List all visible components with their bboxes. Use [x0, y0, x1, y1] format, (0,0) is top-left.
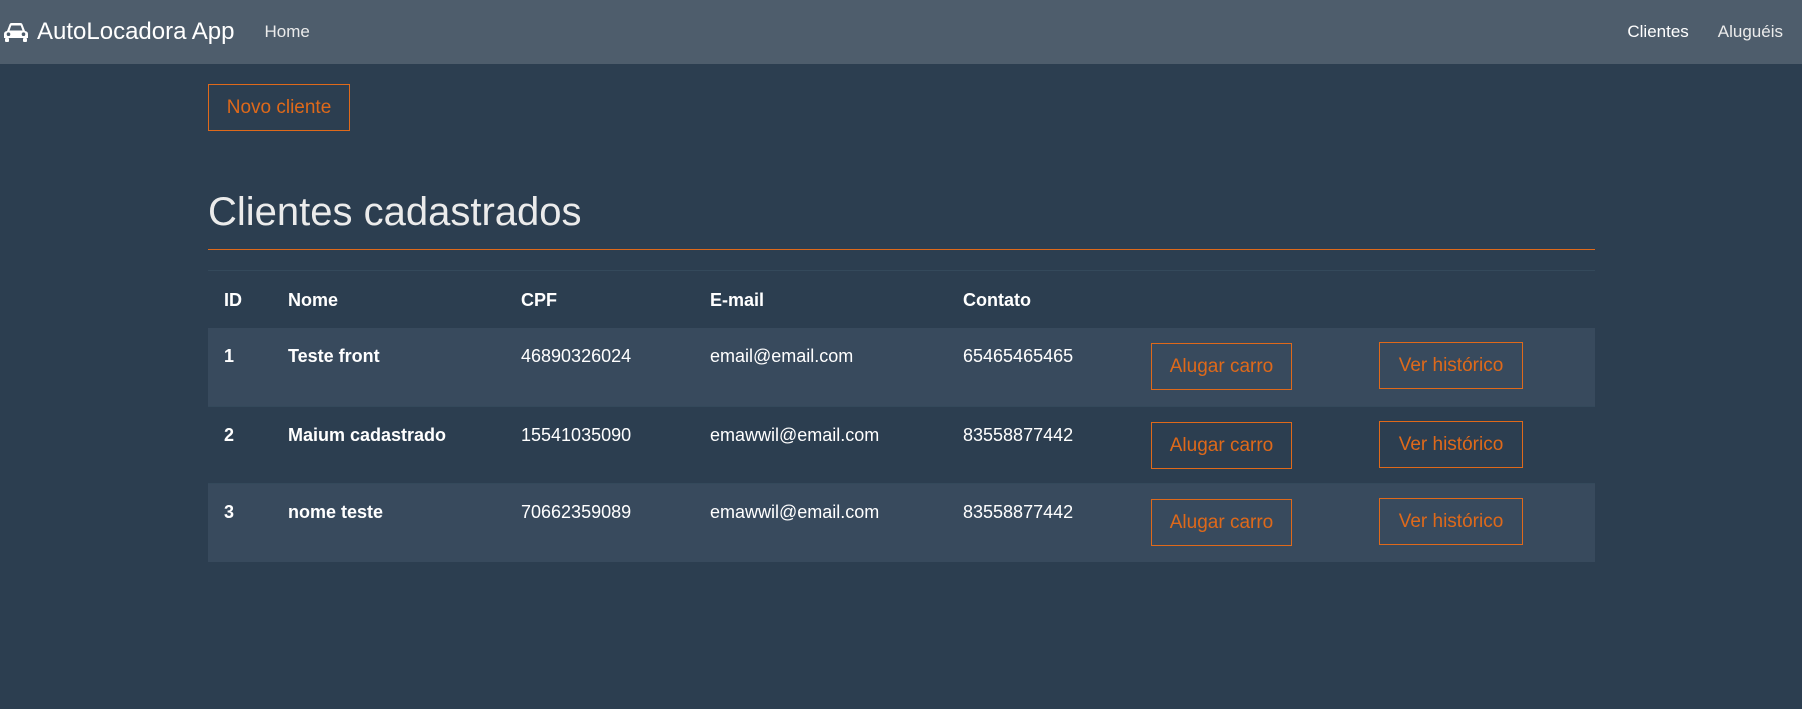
header-contato: Contato — [963, 290, 1031, 310]
header-id: ID — [224, 290, 242, 310]
cell-cpf: 70662359089 — [521, 502, 632, 522]
top-navbar: AutoLocadora App Home Clientes Aluguéis — [0, 0, 1802, 64]
nav-link-home[interactable]: Home — [265, 22, 310, 42]
cell-id: 1 — [224, 346, 235, 366]
cell-contato: 65465465465 — [963, 346, 1074, 366]
cell-nome: nome teste — [288, 502, 384, 522]
nav-link-alugueis[interactable]: Aluguéis — [1718, 22, 1783, 42]
cell-cpf: 15541035090 — [521, 425, 632, 445]
brand[interactable]: AutoLocadora App — [3, 0, 235, 64]
table-header: ID Nome CPF E-mail Contato — [208, 270, 1595, 328]
rent-car-button[interactable]: Alugar carro — [1151, 343, 1292, 390]
page-title: Clientes cadastrados — [208, 190, 582, 234]
cell-cpf: 46890326024 — [521, 346, 632, 366]
title-divider — [208, 249, 1595, 250]
view-history-button[interactable]: Ver histórico — [1379, 498, 1523, 545]
cell-nome: Maium cadastrado — [288, 425, 447, 445]
nav-right: Clientes Aluguéis — [1627, 0, 1783, 64]
rent-car-button[interactable]: Alugar carro — [1151, 499, 1292, 546]
cell-email: email@email.com — [710, 346, 854, 366]
nav-link-clientes[interactable]: Clientes — [1627, 22, 1688, 42]
header-nome: Nome — [288, 290, 339, 310]
cell-id: 3 — [224, 502, 235, 522]
header-cpf: CPF — [521, 290, 557, 310]
view-history-button[interactable]: Ver histórico — [1379, 421, 1523, 468]
cell-email: emawwil@email.com — [710, 502, 880, 522]
cell-nome: Teste front — [288, 346, 380, 366]
rent-car-button[interactable]: Alugar carro — [1151, 422, 1292, 469]
table-row: 2 Maium cadastrado 15541035090 emawwil@e… — [208, 406, 1595, 484]
clients-table: ID Nome CPF E-mail Contato 1 Teste front… — [208, 270, 1595, 562]
cell-email: emawwil@email.com — [710, 425, 880, 445]
cell-contato: 83558877442 — [963, 502, 1074, 522]
car-icon — [4, 23, 28, 42]
new-client-button[interactable]: Novo cliente — [208, 84, 350, 131]
cell-contato: 83558877442 — [963, 425, 1074, 445]
table-row: 3 nome teste 70662359089 emawwil@email.c… — [208, 484, 1595, 562]
brand-title: AutoLocadora App — [37, 18, 235, 45]
table-row: 1 Teste front 46890326024 email@email.co… — [208, 328, 1595, 406]
header-email: E-mail — [710, 290, 765, 310]
cell-id: 2 — [224, 425, 235, 445]
view-history-button[interactable]: Ver histórico — [1379, 342, 1523, 389]
